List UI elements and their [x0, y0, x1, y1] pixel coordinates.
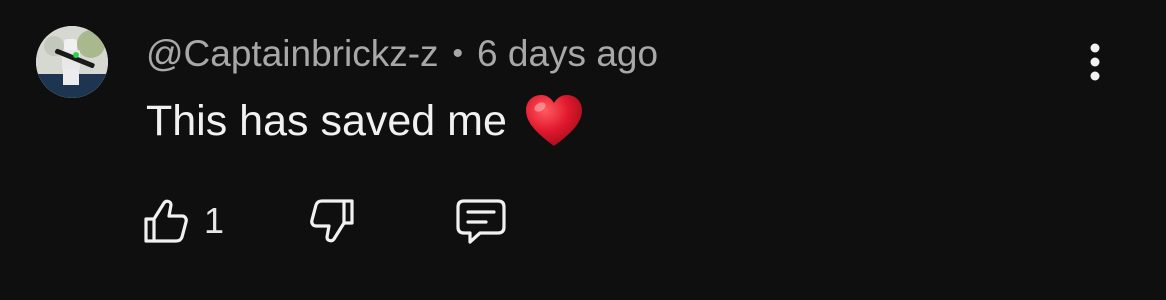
timestamp: 6 days ago	[477, 33, 659, 74]
comment-body: This has saved me	[146, 96, 507, 145]
like-count: 1	[204, 200, 225, 241]
dislike-button[interactable]	[308, 192, 356, 250]
reply-button[interactable]	[454, 192, 508, 250]
author-name[interactable]: @Captainbrickz-z	[146, 33, 439, 75]
comment-reply-icon	[456, 199, 506, 244]
thumbs-up-icon	[144, 199, 188, 243]
comment-text: This has saved me	[146, 92, 583, 150]
red-heart-emoji-icon	[525, 94, 583, 148]
meta-separator: •	[452, 37, 464, 70]
avatar[interactable]	[36, 26, 108, 98]
more-vertical-icon	[1090, 43, 1100, 81]
like-button[interactable]: 1	[142, 192, 224, 250]
more-options-button[interactable]	[1074, 38, 1116, 86]
comment-card: @Captainbrickz-z • 6 days ago This has s…	[0, 0, 1166, 300]
comment-meta: @Captainbrickz-z • 6 days ago	[146, 32, 658, 76]
thumbs-down-icon	[310, 199, 354, 243]
